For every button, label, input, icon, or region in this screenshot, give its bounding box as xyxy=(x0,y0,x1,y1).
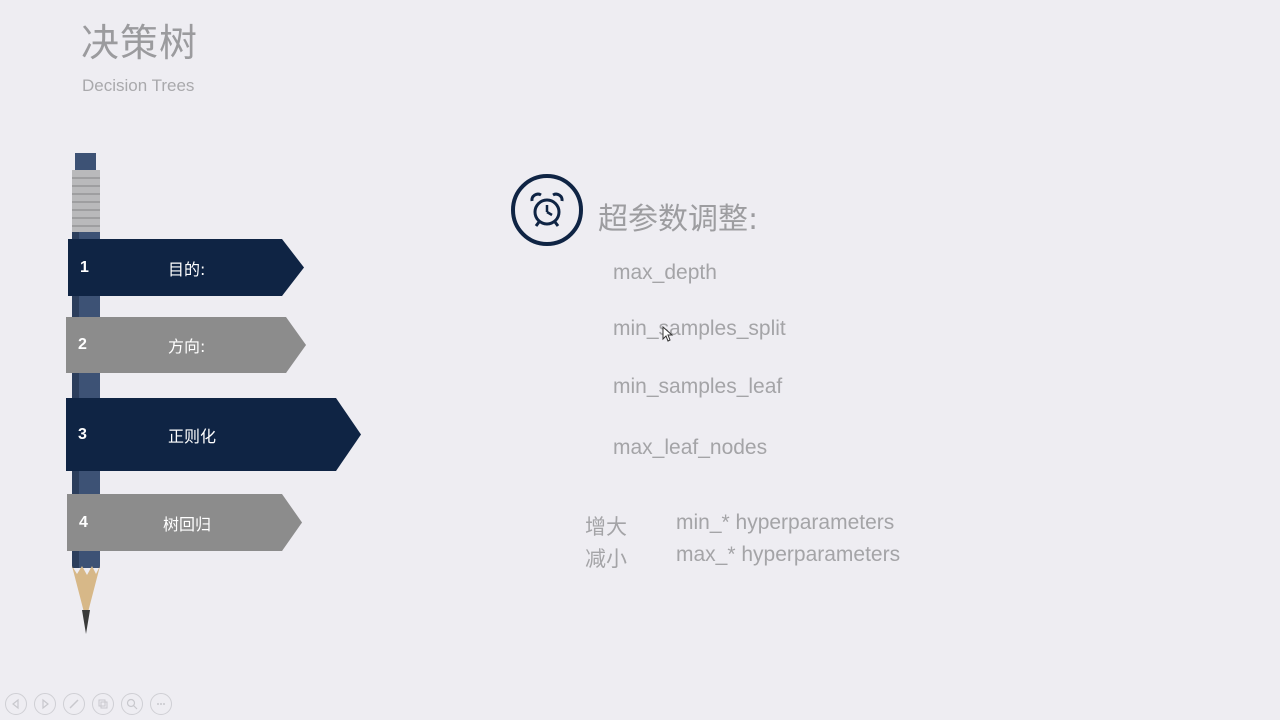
note-label: 减小 xyxy=(585,547,627,571)
note-label: 增大 xyxy=(585,515,627,539)
next-icon[interactable] xyxy=(34,693,56,715)
menu-item-2[interactable]: 2 方向: xyxy=(66,317,306,373)
pen-icon[interactable] xyxy=(63,693,85,715)
menu-item-label: 目的: xyxy=(168,259,206,279)
more-icon[interactable] xyxy=(150,693,172,715)
menu-item-number: 4 xyxy=(79,513,88,531)
note-text: min_* hyperparameters xyxy=(676,511,895,534)
param-item: min_samples_split xyxy=(613,317,786,340)
slides-icon[interactable] xyxy=(92,693,114,715)
mouse-cursor-icon xyxy=(662,326,674,342)
param-item: max_depth xyxy=(613,261,717,284)
note-text: max_* hyperparameters xyxy=(676,543,901,566)
param-item: max_leaf_nodes xyxy=(613,436,768,459)
menu-item-4[interactable]: 4 树回归 xyxy=(67,494,302,551)
menu-item-label: 方向: xyxy=(168,337,206,356)
menu-item-number: 2 xyxy=(78,336,87,353)
hyperparameter-heading: 超参数调整: xyxy=(598,202,759,237)
zoom-icon[interactable] xyxy=(121,693,143,715)
menu-item-label: 正则化 xyxy=(168,426,217,446)
menu-item-label: 树回归 xyxy=(163,514,212,534)
menu-item-1[interactable]: 1 目的: xyxy=(68,239,304,296)
param-item: min_samples_leaf xyxy=(613,375,783,398)
menu-item-3[interactable]: 3 正则化 xyxy=(66,398,361,471)
prev-icon[interactable] xyxy=(5,693,27,715)
menu-item-number: 3 xyxy=(78,425,87,443)
alarm-clock-icon xyxy=(511,174,583,246)
menu-item-number: 1 xyxy=(80,258,89,276)
presentation-toolbar xyxy=(5,693,172,715)
